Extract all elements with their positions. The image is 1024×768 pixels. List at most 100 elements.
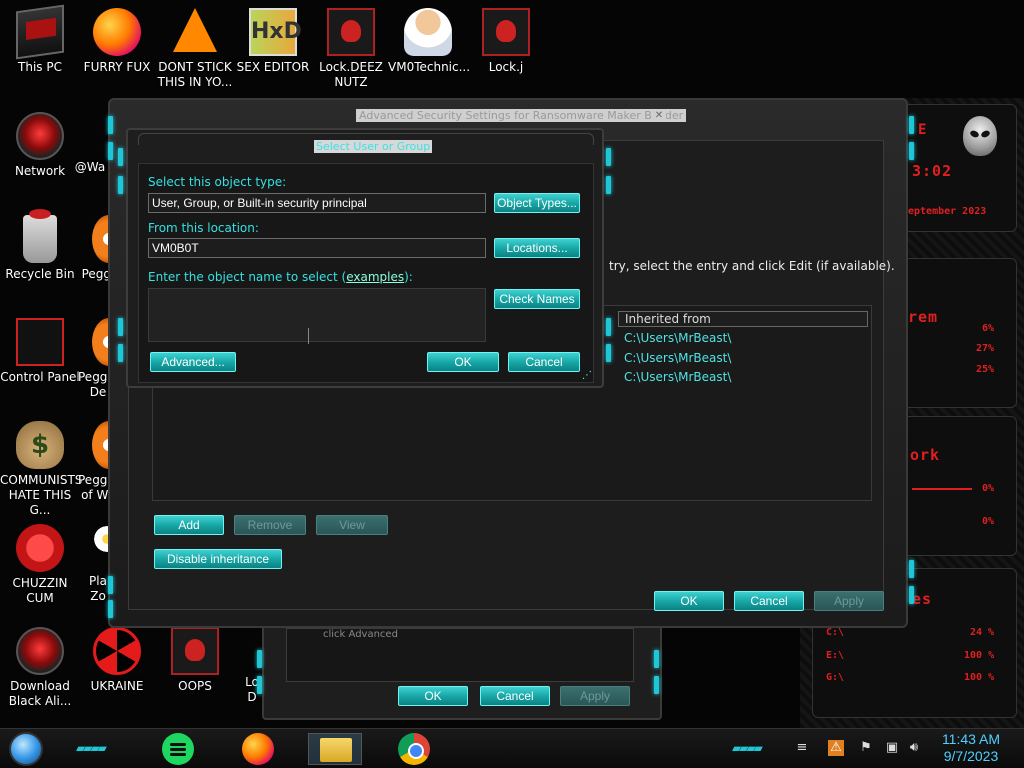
flag-tray-icon[interactable]: ⚑	[858, 740, 874, 756]
gadget-time: 3:02	[912, 162, 953, 180]
desktop-icon-label: DONT STICK THIS IN YO...	[157, 60, 233, 89]
add-button[interactable]: Add	[154, 515, 224, 535]
chuzzle-icon	[16, 524, 64, 572]
desktop-icon-vlc[interactable]: DONT STICK THIS IN YO...	[155, 8, 235, 90]
gadget-drive-name: G:\	[826, 672, 845, 683]
select-user-or-group-dialog[interactable]: Select User or Group Select this object …	[126, 128, 604, 388]
desktop-icon-lock-deez[interactable]: Lock.DEEZ NUTZ	[311, 8, 391, 90]
gadget-drive-name: E:\	[826, 650, 845, 661]
properties-dialog-content: click Advanced	[286, 628, 634, 682]
light-strip	[118, 318, 123, 336]
vlc-cone-icon	[173, 8, 217, 52]
light-strip	[108, 600, 113, 618]
clock-time: 11:43 AM	[941, 731, 1001, 747]
apply-button[interactable]: Apply	[560, 686, 630, 706]
gadget-drive-value: 24 %	[970, 627, 995, 638]
desktop-icon-label: UKRAINE	[90, 679, 144, 693]
desktop-icon-label: Lock.DEEZ NUTZ	[319, 60, 383, 89]
desktop-icon-vm0technic[interactable]: VM0Technic...	[388, 8, 470, 75]
location-label: From this location:	[148, 221, 259, 235]
desktop-icon-chuzzin[interactable]: CHUZZIN CUM	[0, 524, 80, 606]
apply-button[interactable]: Apply	[814, 591, 884, 611]
cancel-button[interactable]: Cancel	[734, 591, 804, 611]
radiation-icon	[93, 627, 141, 675]
desktop-icon-this-pc[interactable]: This PC	[0, 4, 80, 75]
desktop-icon-label: @Wa	[74, 160, 106, 174]
desktop-icon-download-black-ali[interactable]: Download Black Ali...	[0, 627, 80, 709]
desktop-icon-ukraine[interactable]: UKRAINE	[77, 627, 157, 694]
lock-file-icon	[327, 8, 375, 56]
desktop-icon-label: This PC	[18, 60, 62, 74]
light-strip	[118, 344, 123, 362]
gadget-mem-value: 6%	[982, 323, 995, 334]
volume-icon[interactable]: 🔊︎	[906, 740, 922, 756]
gadget-drive-value: 100 %	[964, 650, 995, 661]
gadget-mem-label: rem	[908, 308, 939, 326]
firefox-icon	[93, 8, 141, 56]
resize-grip-icon[interactable]: ⋰	[582, 370, 592, 381]
desktop-icon-communists[interactable]: $ COMMUNISTS HATE THIS G...	[0, 421, 83, 518]
chrome-icon[interactable]	[398, 733, 430, 765]
desktop-icon-control-panel[interactable]: Control Panel	[0, 318, 80, 385]
desktop-icon-label: FURRY FUX	[83, 60, 151, 74]
spotify-icon[interactable]	[162, 733, 194, 765]
remove-button[interactable]: Remove	[234, 515, 306, 535]
disable-inheritance-button[interactable]: Disable inheritance	[154, 549, 282, 569]
ok-button[interactable]: OK	[654, 591, 724, 611]
desktop-icon-recycle-bin[interactable]: Recycle Bin	[0, 209, 80, 282]
show-hidden-icons-icon[interactable]: ≡	[794, 740, 810, 756]
money-bag-icon: $	[16, 421, 64, 469]
close-icon[interactable]: ✕	[652, 109, 666, 122]
ok-button[interactable]: OK	[427, 352, 499, 372]
desktop-icon-label: OOPS	[178, 679, 212, 693]
start-orb-icon[interactable]	[9, 732, 43, 766]
alien-download-icon	[16, 627, 64, 675]
desktop-icon-furry-fux[interactable]: FURRY FUX	[77, 8, 157, 75]
column-header-inherited-from[interactable]: Inherited from	[618, 311, 868, 327]
view-button[interactable]: View	[316, 515, 388, 535]
locations-button[interactable]: Locations...	[494, 238, 580, 258]
inherited-from-cell[interactable]: C:\Users\MrBeast\	[624, 331, 731, 345]
gadget-mem-value: 25%	[976, 364, 995, 375]
gadget-date: eptember 2023	[908, 206, 987, 217]
instruction-text: try, select the entry and click Edit (if…	[609, 259, 895, 273]
ok-button[interactable]: OK	[398, 686, 468, 706]
file-explorer-taskbar-button[interactable]	[308, 733, 362, 765]
light-strip	[654, 676, 659, 694]
recycle-bin-icon	[23, 209, 57, 263]
object-types-button[interactable]: Object Types...	[494, 193, 580, 213]
cancel-button[interactable]: Cancel	[508, 352, 580, 372]
object-names-input[interactable]	[148, 288, 486, 342]
desktop-icon-network[interactable]: Network	[0, 112, 80, 179]
examples-link[interactable]: examples	[346, 270, 404, 284]
gadget-net-value: 0%	[982, 483, 995, 494]
gadget-net-label: ork	[910, 446, 941, 464]
desktop-icon-wa[interactable]: @Wa	[70, 160, 110, 175]
cancel-button[interactable]: Cancel	[480, 686, 550, 706]
inherited-from-cell[interactable]: C:\Users\MrBeast\	[624, 351, 731, 365]
desktop-icon-label: Control Panel	[0, 370, 80, 384]
inherited-from-cell[interactable]: C:\Users\MrBeast\	[624, 370, 731, 384]
light-strip	[118, 176, 123, 194]
desktop-icon-lock-j[interactable]: Lock.j	[466, 8, 546, 75]
light-strip	[108, 576, 113, 594]
taskbar-clock[interactable]: 11:43 AM 9/7/2023	[930, 731, 1012, 765]
check-names-button[interactable]: Check Names	[494, 289, 580, 309]
light-strip	[606, 318, 611, 336]
desktop-icon-label: COMMUNISTS HATE THIS G...	[0, 473, 83, 517]
enter-object-name-text: Enter the object name to select (	[148, 270, 347, 284]
desktop-icon-label: CHUZZIN CUM	[12, 576, 68, 605]
desktop-icon-oops[interactable]: OOPS	[155, 627, 235, 694]
advanced-button[interactable]: Advanced...	[150, 352, 236, 372]
location-field[interactable]: VM0B0T	[148, 238, 486, 258]
properties-dialog-behind[interactable]: click Advanced OK Cancel Apply	[262, 622, 662, 720]
desktop-icon-sex-editor[interactable]: HxD SEX EDITOR	[233, 8, 313, 75]
object-type-label: Select this object type:	[148, 175, 287, 189]
desktop-icon-label: SEX EDITOR	[236, 60, 310, 74]
firefox-icon[interactable]	[242, 733, 274, 765]
network-tray-icon[interactable]: ▣	[884, 740, 900, 756]
update-tray-icon[interactable]: ⚠	[828, 740, 844, 756]
doctor-icon	[404, 8, 452, 56]
light-strip	[606, 148, 611, 166]
object-type-field[interactable]: User, Group, or Built-in security princi…	[148, 193, 486, 213]
